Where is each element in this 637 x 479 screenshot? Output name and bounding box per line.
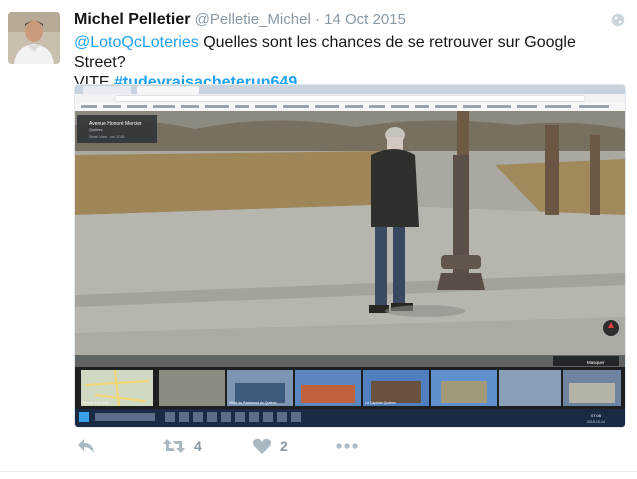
tweet-actions: 4 2 xyxy=(74,437,434,461)
avatar-photo xyxy=(8,12,60,64)
display-name[interactable]: Michel Pelletier xyxy=(74,11,191,28)
retweet-button[interactable]: 4 xyxy=(162,437,202,455)
more-icon xyxy=(336,443,358,449)
reply-icon xyxy=(78,439,94,453)
tweet-header: Michel Pelletier @Pelletie_Michel · 14 O… xyxy=(74,11,406,29)
mention-link[interactable]: @LotoQcLoteries xyxy=(74,34,199,51)
like-button[interactable]: 2 xyxy=(252,437,288,455)
photo-label: Masquer xyxy=(587,360,605,365)
taskbar-time: 07:08 xyxy=(591,413,602,418)
retweet-count: 4 xyxy=(194,438,202,454)
tweet: Michel Pelletier @Pelletie_Michel · 14 O… xyxy=(0,0,637,479)
map-subtitle: Québec xyxy=(89,127,103,132)
thumb-label-1: Retour à la carte xyxy=(83,401,109,405)
separator: · xyxy=(314,11,320,28)
like-count: 2 xyxy=(280,438,288,454)
more-button[interactable] xyxy=(336,441,358,451)
thumb-label-2: Hôtel du Parlement du Québec xyxy=(229,401,277,405)
thumb-label-3: La Capitale Québec xyxy=(365,401,396,405)
retweet-icon xyxy=(163,439,185,453)
map-meta: Street View - oct. 2015 xyxy=(89,135,124,139)
handle[interactable]: @Pelletie_Michel xyxy=(195,11,311,28)
heart-icon xyxy=(252,438,272,454)
avatar[interactable] xyxy=(8,12,60,64)
divider xyxy=(0,471,637,472)
reply-button[interactable] xyxy=(76,437,96,455)
media-image[interactable]: Avenue Honoré Mercier Québec Street View… xyxy=(74,84,626,428)
globe-icon[interactable] xyxy=(611,13,625,27)
taskbar-date: 2015-10-14 xyxy=(587,420,605,424)
street-view-screenshot: Avenue Honoré Mercier Québec Street View… xyxy=(75,85,625,427)
tweet-date[interactable]: 14 Oct 2015 xyxy=(324,11,406,28)
